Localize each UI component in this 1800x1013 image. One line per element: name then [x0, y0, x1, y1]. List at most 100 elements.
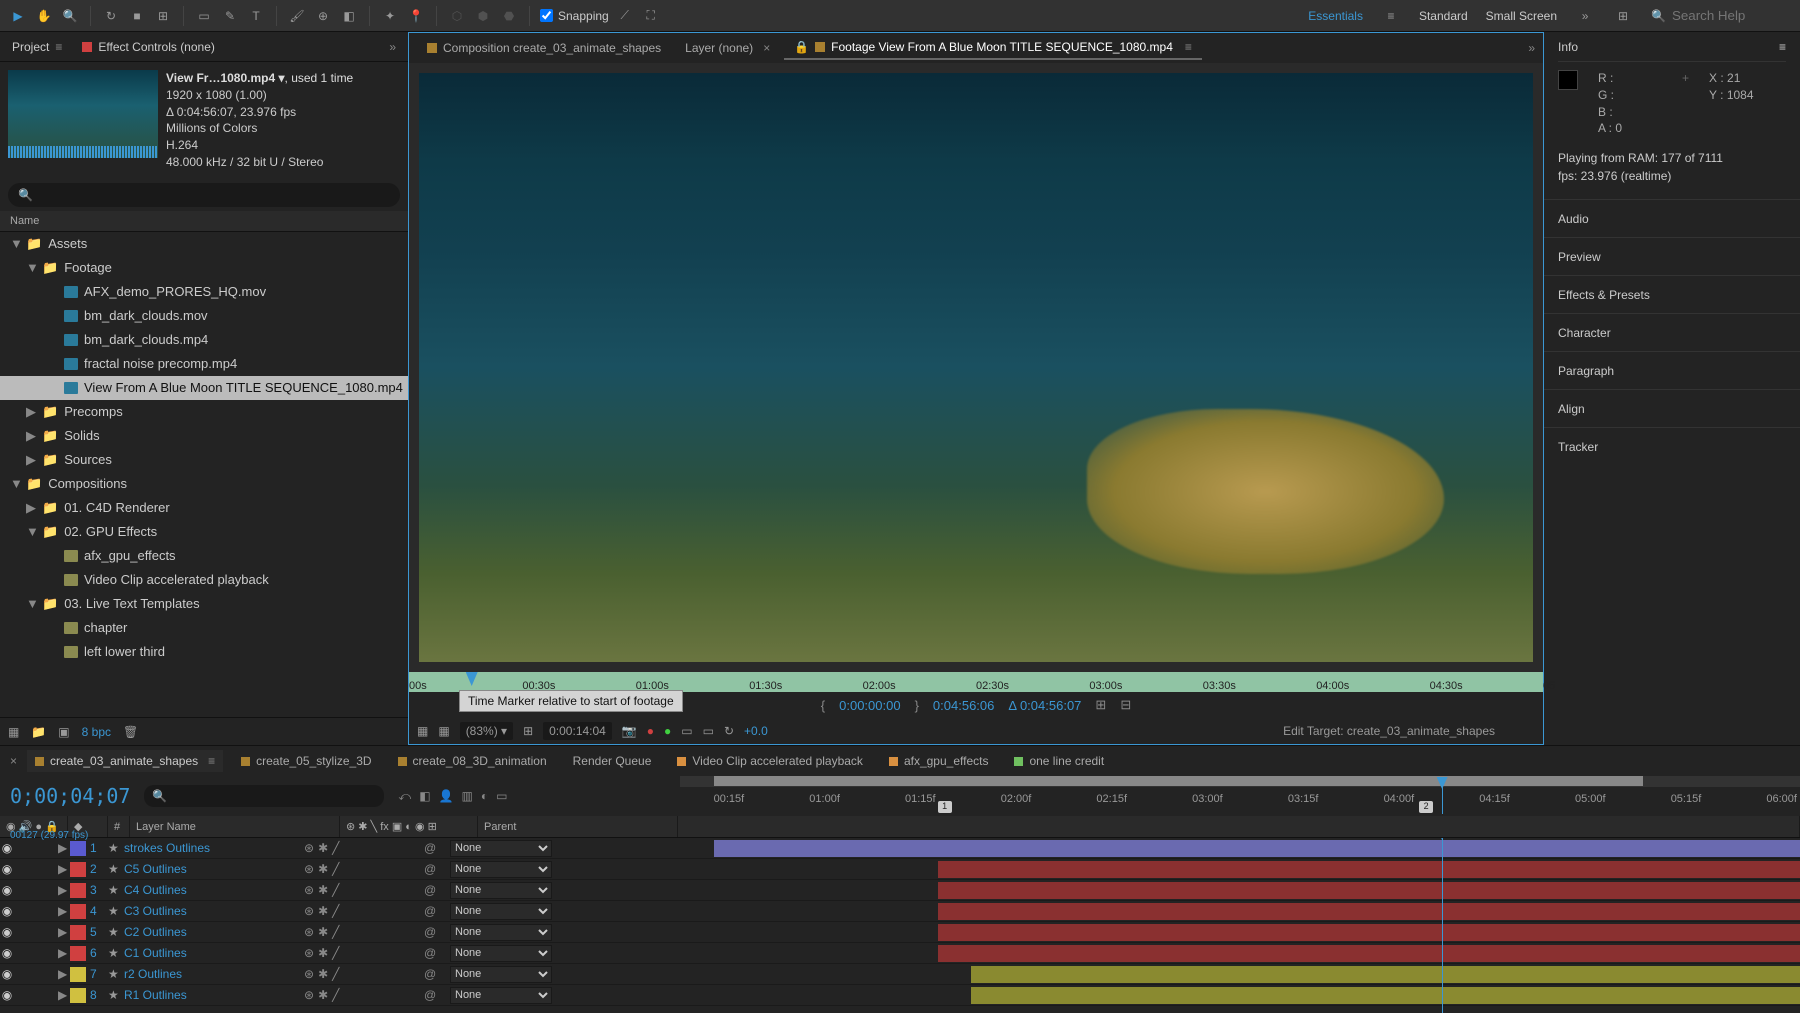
timeline-tab[interactable]: one line credit	[1006, 750, 1112, 772]
parent-pickwhip-icon[interactable]: @	[420, 883, 446, 897]
eye-icon[interactable]: ◉	[0, 904, 14, 918]
list-header-name[interactable]: Name	[0, 211, 408, 232]
panel-preview[interactable]: Preview	[1544, 237, 1800, 275]
camera-tool-icon[interactable]: ■	[127, 6, 147, 26]
tree-row[interactable]: ▶📁Sources	[0, 448, 408, 472]
parent-pickwhip-icon[interactable]: @	[420, 925, 446, 939]
timeline-tab[interactable]: create_03_animate_shapes≡	[27, 750, 223, 772]
info-menu-icon[interactable]: ≡	[1779, 40, 1786, 54]
layer-switches[interactable]: ⊛✱╱	[300, 967, 420, 981]
tree-row[interactable]: ▶📁01. C4D Renderer	[0, 496, 408, 520]
resolution-icon[interactable]: ⊞	[523, 724, 533, 738]
eraser-tool-icon[interactable]: ◧	[339, 6, 359, 26]
tree-row[interactable]: chapter	[0, 616, 408, 640]
panel-tracker[interactable]: Tracker	[1544, 427, 1800, 465]
viewer-tab[interactable]: Layer (none)×	[675, 37, 780, 59]
panel-effects-&-presets[interactable]: Effects & Presets	[1544, 275, 1800, 313]
trash-icon[interactable]: 🗑	[123, 725, 138, 739]
out-bracket-icon[interactable]: }	[915, 698, 919, 713]
eye-icon[interactable]: ◉	[0, 967, 14, 981]
eye-icon[interactable]: ◉	[0, 841, 14, 855]
tab-project[interactable]: Project ≡	[12, 40, 62, 54]
timeline-tab[interactable]: afx_gpu_effects	[881, 750, 997, 772]
eye-icon[interactable]: ◉	[0, 988, 14, 1002]
motion-blur-icon[interactable]: ◐	[481, 789, 488, 804]
hand-tool-icon[interactable]: ✋	[34, 6, 54, 26]
panel-align[interactable]: Align	[1544, 389, 1800, 427]
tree-row[interactable]: ▼📁02. GPU Effects	[0, 520, 408, 544]
viewer-tab[interactable]: 🔒Footage View From A Blue Moon TITLE SEQ…	[784, 36, 1202, 60]
footage-time-ruler[interactable]: 00s00:30s01:00s01:30s02:00s02:30s03:00s0…	[409, 672, 1543, 692]
layer-switches[interactable]: ⊛✱╱	[300, 883, 420, 897]
panel-audio[interactable]: Audio	[1544, 199, 1800, 237]
track-row[interactable]	[680, 964, 1800, 985]
number-column[interactable]: #	[108, 816, 130, 837]
new-folder-icon[interactable]: 📁	[31, 725, 46, 739]
layer-bar[interactable]	[938, 882, 1800, 899]
caret-icon[interactable]: ▶	[26, 404, 36, 420]
layer-color-label[interactable]	[70, 841, 86, 856]
viewport[interactable]	[409, 63, 1543, 672]
selection-tool-icon[interactable]: ▶	[8, 6, 28, 26]
parent-dropdown[interactable]: None	[450, 924, 552, 941]
layer-bar[interactable]	[938, 903, 1800, 920]
tree-row[interactable]: ▶📁Solids	[0, 424, 408, 448]
eye-icon[interactable]: ◉	[0, 925, 14, 939]
caret-icon[interactable]: ▼	[26, 596, 36, 611]
in-bracket-icon[interactable]: {	[821, 698, 825, 713]
parent-pickwhip-icon[interactable]: @	[420, 988, 446, 1002]
layer-bar[interactable]	[971, 966, 1800, 983]
type-tool-icon[interactable]: T	[246, 6, 266, 26]
snapping-input[interactable]	[540, 9, 553, 22]
layer-name[interactable]: C5 Outlines	[120, 862, 300, 876]
layer-row[interactable]: ◉▶5★C2 Outlines⊛✱╱@None	[0, 922, 680, 943]
snap-mode-icon[interactable]: ⟋	[615, 6, 635, 26]
parent-pickwhip-icon[interactable]: @	[420, 967, 446, 981]
caret-icon[interactable]: ▼	[26, 260, 36, 275]
sync-settings-icon[interactable]: ⊞	[1613, 6, 1633, 26]
brush-tool-icon[interactable]: 🖌	[287, 6, 307, 26]
layer-name[interactable]: C4 Outlines	[120, 883, 300, 897]
layer-row[interactable]: ◉▶7★r2 Outlines⊛✱╱@None	[0, 964, 680, 985]
timeline-tab[interactable]: Video Clip accelerated playback	[669, 750, 871, 772]
lock-icon[interactable]: 🔒	[794, 40, 809, 54]
parent-column[interactable]: Parent	[478, 816, 678, 837]
roto-brush-icon[interactable]: ✦	[380, 6, 400, 26]
clone-stamp-icon[interactable]: ⊕	[313, 6, 333, 26]
overflow-icon[interactable]: »	[1575, 6, 1595, 26]
tree-row[interactable]: ▼📁Footage	[0, 256, 408, 280]
zoom-dropdown[interactable]: (83%) ▾	[460, 722, 513, 740]
track-row[interactable]	[680, 859, 1800, 880]
caret-icon[interactable]: ▼	[10, 236, 20, 251]
layer-name[interactable]: C2 Outlines	[120, 925, 300, 939]
snapping-checkbox[interactable]: Snapping	[540, 9, 609, 23]
layer-row[interactable]: ◉▶8★R1 Outlines⊛✱╱@None	[0, 985, 680, 1006]
always-preview-icon[interactable]: ▦	[417, 724, 428, 738]
timeline-tab[interactable]: create_08_3D_animation	[390, 750, 555, 772]
workspace-small[interactable]: Small Screen	[1486, 9, 1557, 23]
close-icon[interactable]: ×	[763, 41, 770, 55]
overlay-edit-icon[interactable]: ⊟	[1120, 697, 1131, 713]
caret-icon[interactable]: ▶	[26, 428, 36, 444]
transparency-grid-icon[interactable]: ▦	[438, 724, 449, 738]
tab-menu-icon[interactable]: ≡	[208, 754, 215, 768]
layer-switches[interactable]: ⊛✱╱	[300, 904, 420, 918]
layer-row[interactable]: ◉▶3★C4 Outlines⊛✱╱@None	[0, 880, 680, 901]
panel-paragraph[interactable]: Paragraph	[1544, 351, 1800, 389]
caret-icon[interactable]: ▶	[26, 452, 36, 468]
tree-row[interactable]: left lower third	[0, 640, 408, 664]
layer-switches[interactable]: ⊛✱╱	[300, 862, 420, 876]
comp-marker[interactable]: 2	[1419, 801, 1433, 813]
tree-row[interactable]: bm_dark_clouds.mov	[0, 304, 408, 328]
toggle-mask-icon[interactable]: ↻	[724, 724, 734, 738]
parent-dropdown[interactable]: None	[450, 945, 552, 962]
track-row[interactable]	[680, 838, 1800, 859]
timeline-tab[interactable]: Render Queue	[565, 750, 660, 772]
snapshot-icon[interactable]: 📷	[622, 724, 637, 738]
layer-switches[interactable]: ⊛✱╱	[300, 925, 420, 939]
tree-row[interactable]: fractal noise precomp.mp4	[0, 352, 408, 376]
ripple-insert-icon[interactable]: ⊞	[1095, 697, 1106, 713]
switches-column-icons[interactable]: ⊛ ✱ ╲ fx ▣ ◐ ◉ ⊞	[346, 820, 437, 833]
tree-row[interactable]: ▼📁Compositions	[0, 472, 408, 496]
current-timecode[interactable]: 0;00;04;07	[10, 784, 130, 808]
